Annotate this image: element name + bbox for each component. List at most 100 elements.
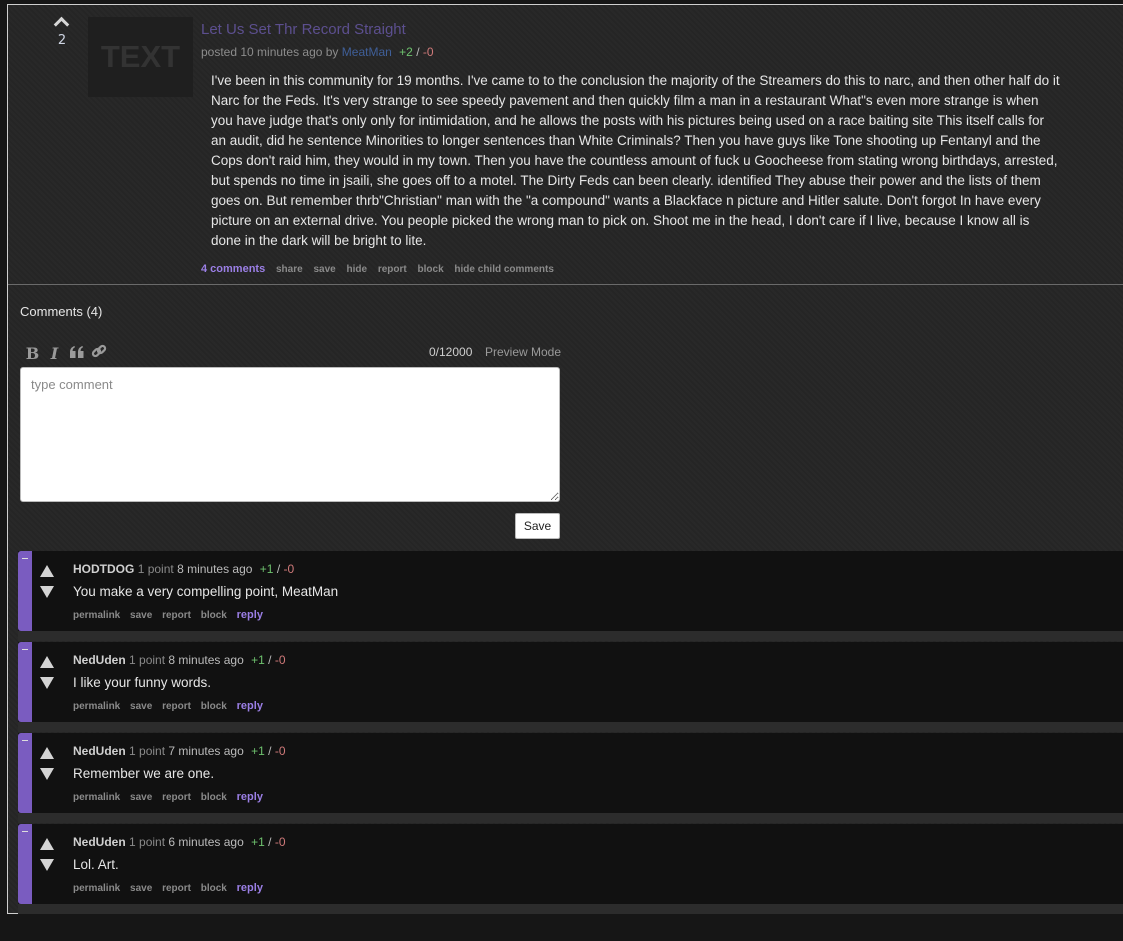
comment-actions: permalink save report block reply xyxy=(73,700,270,712)
comments-link[interactable]: 4 comments xyxy=(201,263,265,275)
vote-separator: / xyxy=(276,562,281,576)
comment-time: 7 minutes ago xyxy=(168,744,244,758)
upvote-chevron-icon[interactable] xyxy=(52,15,72,29)
vote-separator: / xyxy=(268,835,272,849)
comment-body: Remember we are one. xyxy=(73,766,215,781)
comment: NedUden 1 point 8 minutes ago +1 / -0 I … xyxy=(18,642,1123,732)
bold-icon[interactable]: B xyxy=(24,344,41,363)
collapse-comment-button[interactable] xyxy=(18,824,32,904)
comment-body: Lol. Art. xyxy=(73,857,119,872)
save-link[interactable]: save xyxy=(130,883,152,894)
reply-link[interactable]: reply xyxy=(237,882,263,894)
comment-author-link[interactable]: NedUden xyxy=(73,744,126,758)
report-link[interactable]: report xyxy=(162,610,191,621)
report-link[interactable]: report xyxy=(378,264,407,275)
post-downvote-count: -0 xyxy=(422,45,434,59)
divider xyxy=(8,284,1123,285)
post-body: I've been in this community for 19 month… xyxy=(211,73,1060,248)
comment-vote xyxy=(40,656,56,689)
reply-link[interactable]: reply xyxy=(237,700,263,712)
thumbnail-text: TEXT xyxy=(100,39,181,74)
permalink-link[interactable]: permalink xyxy=(73,701,120,712)
post-score: 2 xyxy=(57,33,67,48)
reply-link[interactable]: reply xyxy=(237,791,263,803)
report-link[interactable]: report xyxy=(162,701,191,712)
downvote-arrow-icon[interactable] xyxy=(40,586,54,598)
post-meta: posted 10 minutes ago by MeatMan +2 / -0 xyxy=(201,45,434,59)
comment-points: 1 point xyxy=(129,744,166,758)
comment-input[interactable] xyxy=(20,367,560,502)
report-link[interactable]: report xyxy=(162,792,191,803)
comment: NedUden 1 point 7 minutes ago +1 / -0 Re… xyxy=(18,733,1123,823)
report-link[interactable]: report xyxy=(162,883,191,894)
comment-downvotes: -0 xyxy=(274,744,286,758)
vote-separator: / xyxy=(268,653,272,667)
downvote-arrow-icon[interactable] xyxy=(40,677,54,689)
permalink-link[interactable]: permalink xyxy=(73,792,120,803)
downvote-arrow-icon[interactable] xyxy=(40,859,54,871)
hide-link[interactable]: hide xyxy=(346,264,367,275)
comment-vote xyxy=(40,565,56,598)
save-link[interactable]: save xyxy=(313,264,335,275)
permalink-link[interactable]: permalink xyxy=(73,883,120,894)
post-title[interactable]: Let Us Set Thr Record Straight xyxy=(201,21,406,38)
comment-time: 8 minutes ago xyxy=(177,562,253,576)
comment-author-link[interactable]: HODTDOG xyxy=(73,562,134,576)
post-vote-column: 2 xyxy=(44,15,80,48)
post-container: 2 TEXT Let Us Set Thr Record Straight po… xyxy=(7,4,1123,914)
downvote-arrow-icon[interactable] xyxy=(40,768,54,780)
comment-vote xyxy=(40,838,56,871)
comments-heading: Comments (4) xyxy=(20,304,103,319)
link-icon[interactable] xyxy=(90,343,107,363)
collapse-comment-button[interactable] xyxy=(18,642,32,722)
upvote-arrow-icon[interactable] xyxy=(40,747,54,759)
block-link[interactable]: block xyxy=(201,792,227,803)
preview-mode-toggle[interactable]: Preview Mode xyxy=(485,345,561,359)
block-link[interactable]: block xyxy=(418,264,444,275)
collapse-comment-button[interactable] xyxy=(18,733,32,813)
hide-child-comments-link[interactable]: hide child comments xyxy=(454,264,553,275)
comment-points: 1 point xyxy=(129,835,166,849)
block-link[interactable]: block xyxy=(201,610,227,621)
comment-actions: permalink save report block reply xyxy=(73,609,270,621)
block-link[interactable]: block xyxy=(201,701,227,712)
comment-downvotes: -0 xyxy=(283,562,295,576)
comment-upvotes: +1 xyxy=(259,562,274,576)
quote-icon[interactable] xyxy=(68,344,85,363)
post-actions: 4 comments share save hide report block … xyxy=(201,263,562,275)
comment-upvotes: +1 xyxy=(251,744,265,758)
comment-author-link[interactable]: NedUden xyxy=(73,653,126,667)
comment-author-link[interactable]: NedUden xyxy=(73,835,126,849)
comment-body: I like your funny words. xyxy=(73,675,212,690)
upvote-arrow-icon[interactable] xyxy=(40,838,54,850)
upvote-arrow-icon[interactable] xyxy=(40,656,54,668)
editor-toolbar: B I xyxy=(24,343,107,363)
comment-meta: NedUden 1 point 7 minutes ago +1 / -0 xyxy=(73,744,286,758)
posted-time: posted 10 minutes ago by xyxy=(201,45,339,59)
comment-meta: NedUden 1 point 6 minutes ago +1 / -0 xyxy=(73,835,286,849)
save-link[interactable]: save xyxy=(130,610,152,621)
comment-points: 1 point xyxy=(137,562,174,576)
vote-separator: / xyxy=(416,45,420,59)
comment-time: 6 minutes ago xyxy=(168,835,244,849)
comment-actions: permalink save report block reply xyxy=(73,791,270,803)
collapse-comment-button[interactable] xyxy=(18,551,32,631)
comment-upvotes: +1 xyxy=(251,653,265,667)
block-link[interactable]: block xyxy=(201,883,227,894)
post-upvote-count: +2 xyxy=(399,45,413,59)
reply-link[interactable]: reply xyxy=(237,609,263,621)
save-comment-button[interactable]: Save xyxy=(515,513,560,539)
comment-upvotes: +1 xyxy=(251,835,265,849)
vote-separator: / xyxy=(268,744,272,758)
comment-vote xyxy=(40,747,56,780)
permalink-link[interactable]: permalink xyxy=(73,610,120,621)
post-thumbnail[interactable]: TEXT xyxy=(88,17,193,97)
upvote-arrow-icon[interactable] xyxy=(40,565,54,577)
save-link[interactable]: save xyxy=(130,701,152,712)
share-link[interactable]: share xyxy=(276,264,303,275)
save-link[interactable]: save xyxy=(130,792,152,803)
character-counter: 0/12000 xyxy=(429,345,473,359)
post-author-link[interactable]: MeatMan xyxy=(342,45,392,59)
comment-meta: HODTDOG 1 point 8 minutes ago +1 / -0 xyxy=(73,562,294,576)
italic-icon[interactable]: I xyxy=(46,344,63,363)
